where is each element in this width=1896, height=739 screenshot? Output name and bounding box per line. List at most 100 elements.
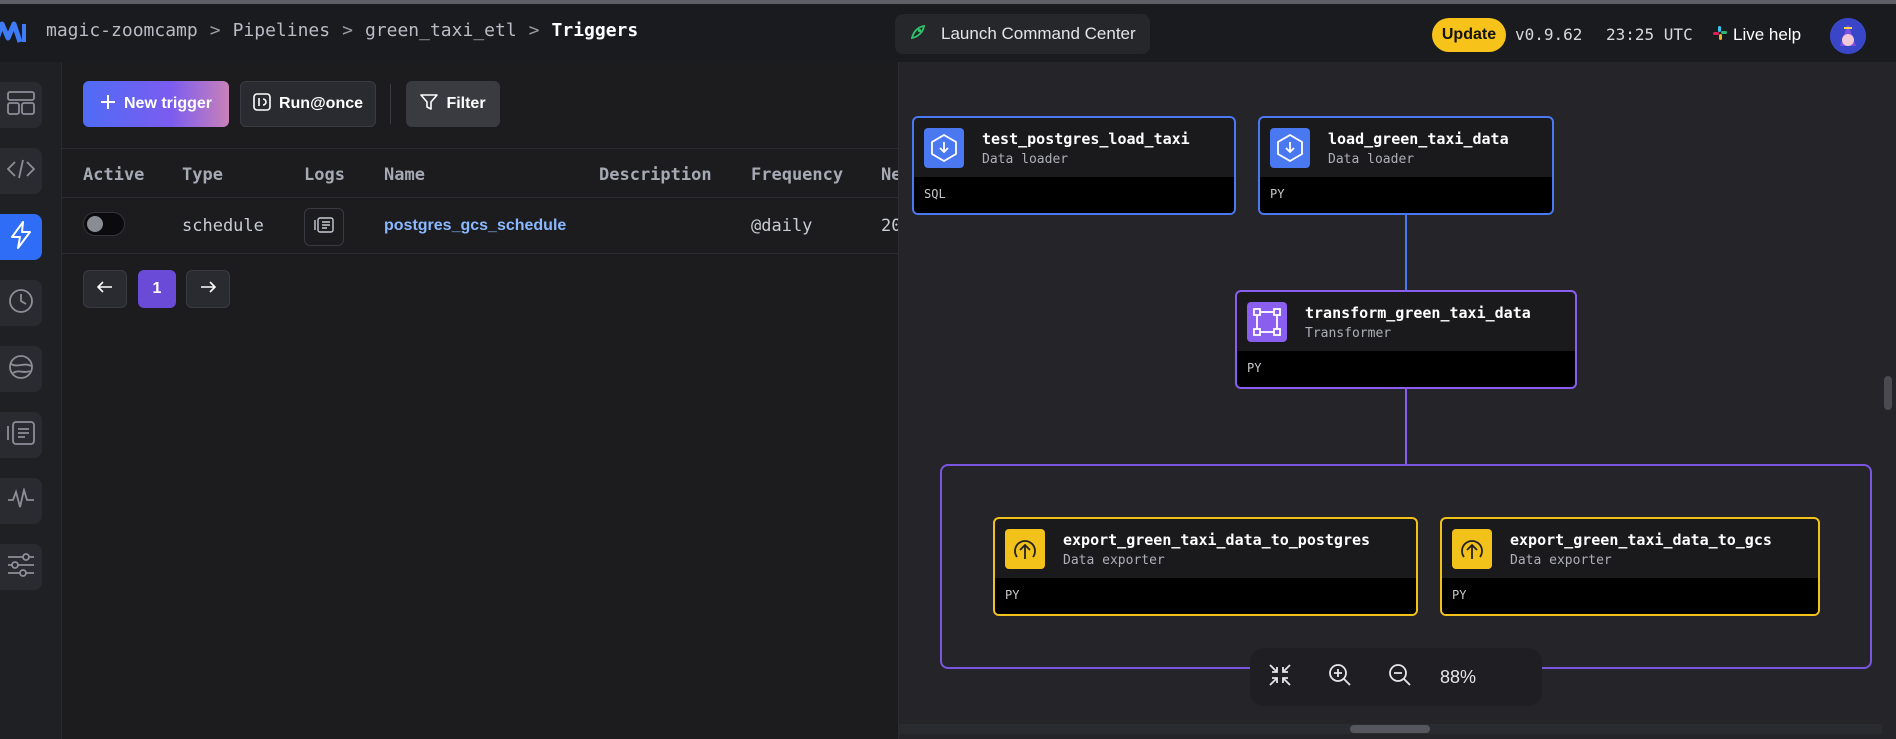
column-name: Name (384, 165, 425, 185)
time-label: 23:25 UTC (1606, 25, 1693, 44)
sidebar-item-code[interactable] (0, 148, 42, 194)
block-header: load_green_taxi_data Data loader (1260, 118, 1552, 178)
run-once-label: Run@once (278, 95, 364, 112)
data-loader-icon (924, 128, 964, 168)
sidebar (0, 62, 62, 739)
block-language: PY (1247, 361, 1262, 375)
sidebar-item-settings[interactable] (0, 544, 42, 590)
plus-icon (100, 94, 116, 115)
arrow-right-icon (200, 280, 217, 298)
data-loader-icon (1270, 128, 1310, 168)
sidebar-item-logs[interactable] (0, 412, 42, 458)
block-footer: SQL (914, 177, 1234, 213)
logs-icon (7, 420, 35, 450)
block-footer: PY (1260, 177, 1552, 213)
data-exporter-icon (1005, 529, 1045, 569)
filter-label: Filter (446, 95, 486, 112)
block-type: Data loader (982, 152, 1069, 167)
arrow-left-icon (96, 280, 113, 298)
clock-icon (8, 288, 34, 319)
breadcrumb-project[interactable]: magic-zoomcamp (46, 20, 198, 41)
update-button[interactable]: Update (1432, 18, 1506, 52)
block-header: export_green_taxi_data_to_postgres Data … (995, 519, 1416, 579)
trigger-name-link[interactable]: postgres_gcs_schedule (384, 217, 566, 235)
pulse-icon (7, 486, 35, 515)
trigger-frequency: @daily (751, 216, 813, 236)
column-description: Description (599, 165, 712, 185)
avatar[interactable] (1830, 18, 1866, 54)
table-header: Active Type Logs Name Description Freque… (62, 148, 901, 198)
edge-transform-to-exporters (1405, 389, 1407, 464)
run-once-button[interactable]: Run@once (240, 81, 376, 127)
launch-command-center-button[interactable]: Launch Command Center (895, 14, 1150, 54)
block-name: test_postgres_load_taxi (982, 130, 1190, 148)
fit-view-button[interactable] (1250, 648, 1310, 706)
zoom-out-icon (1388, 663, 1412, 692)
live-help-link[interactable]: Live help (1713, 25, 1801, 45)
column-frequency: Frequency (751, 165, 844, 185)
column-type: Type (182, 165, 223, 185)
block-type: Data exporter (1063, 553, 1165, 568)
slack-icon (1713, 25, 1727, 45)
filter-icon (420, 93, 439, 116)
sidebar-item-monitor[interactable] (0, 478, 42, 524)
mage-logo[interactable] (0, 18, 28, 48)
horizontal-scrollbar[interactable] (1350, 725, 1430, 733)
new-trigger-button[interactable]: New trigger (83, 81, 229, 127)
filter-button[interactable]: Filter (406, 81, 500, 127)
logs-icon (314, 217, 334, 237)
zoom-level: 88% (1440, 666, 1477, 687)
toggle-knob (87, 216, 103, 232)
breadcrumb-pipeline[interactable]: green_taxi_etl (365, 20, 517, 41)
logs-button[interactable] (304, 208, 344, 246)
globe-icon (8, 354, 34, 385)
trigger-type: schedule (182, 216, 264, 236)
collapse-icon (1268, 663, 1292, 692)
column-active: Active (83, 165, 145, 185)
code-icon (6, 158, 36, 185)
active-toggle[interactable] (83, 212, 125, 236)
block-node[interactable]: test_postgres_load_taxi Data loader SQL (912, 116, 1236, 215)
pagination-next-button[interactable] (186, 270, 230, 308)
top-bar: magic-zoomcamp > Pipelines > green_taxi_… (0, 0, 1896, 62)
breadcrumb-current: Triggers (551, 20, 639, 41)
sidebar-item-triggers[interactable] (0, 214, 42, 260)
zoom-in-button[interactable] (1310, 648, 1370, 706)
block-node[interactable]: export_green_taxi_data_to_postgres Data … (993, 517, 1418, 616)
live-help-label: Live help (1733, 25, 1802, 44)
block-footer: PY (1442, 578, 1818, 614)
block-name: load_green_taxi_data (1328, 130, 1509, 148)
vertical-scrollbar[interactable] (1884, 376, 1892, 410)
table-row[interactable]: schedule postgres_gcs_schedule @daily 20 (62, 198, 901, 254)
block-node[interactable]: load_green_taxi_data Data loader PY (1258, 116, 1554, 215)
block-node[interactable]: transform_green_taxi_data Transformer PY (1235, 290, 1577, 389)
block-footer: PY (995, 578, 1416, 614)
run-once-icon (253, 92, 271, 116)
zoom-out-button[interactable] (1370, 648, 1430, 706)
breadcrumb-separator: > (342, 20, 353, 41)
new-trigger-label: New trigger (123, 95, 212, 112)
block-name: export_green_taxi_data_to_gcs (1510, 531, 1772, 549)
sidebar-item-backfills[interactable] (0, 346, 42, 392)
toolbar-divider (390, 84, 391, 124)
block-name: export_green_taxi_data_to_postgres (1063, 531, 1371, 549)
breadcrumb-separator: > (528, 20, 540, 41)
column-logs: Logs (304, 165, 345, 185)
pagination-page-1[interactable]: 1 (138, 270, 176, 308)
edge-load-to-transform (1405, 215, 1407, 291)
launch-label: Launch Command Center (941, 24, 1136, 43)
transformer-icon (1247, 302, 1287, 342)
breadcrumb: magic-zoomcamp > Pipelines > green_taxi_… (46, 20, 638, 41)
breadcrumb-pipelines[interactable]: Pipelines (233, 20, 331, 41)
block-type: Data loader (1328, 152, 1415, 167)
sidebar-item-overview[interactable] (0, 82, 42, 128)
lightning-icon (10, 220, 32, 254)
block-language: PY (1270, 187, 1285, 201)
block-node[interactable]: export_green_taxi_data_to_gcs Data expor… (1440, 517, 1820, 616)
block-language: SQL (924, 187, 946, 201)
sidebar-item-runs[interactable] (0, 280, 42, 326)
block-header: transform_green_taxi_data Transformer (1237, 292, 1575, 352)
block-footer: PY (1237, 351, 1575, 387)
pagination-prev-button[interactable] (83, 270, 127, 308)
block-language: PY (1452, 588, 1467, 602)
